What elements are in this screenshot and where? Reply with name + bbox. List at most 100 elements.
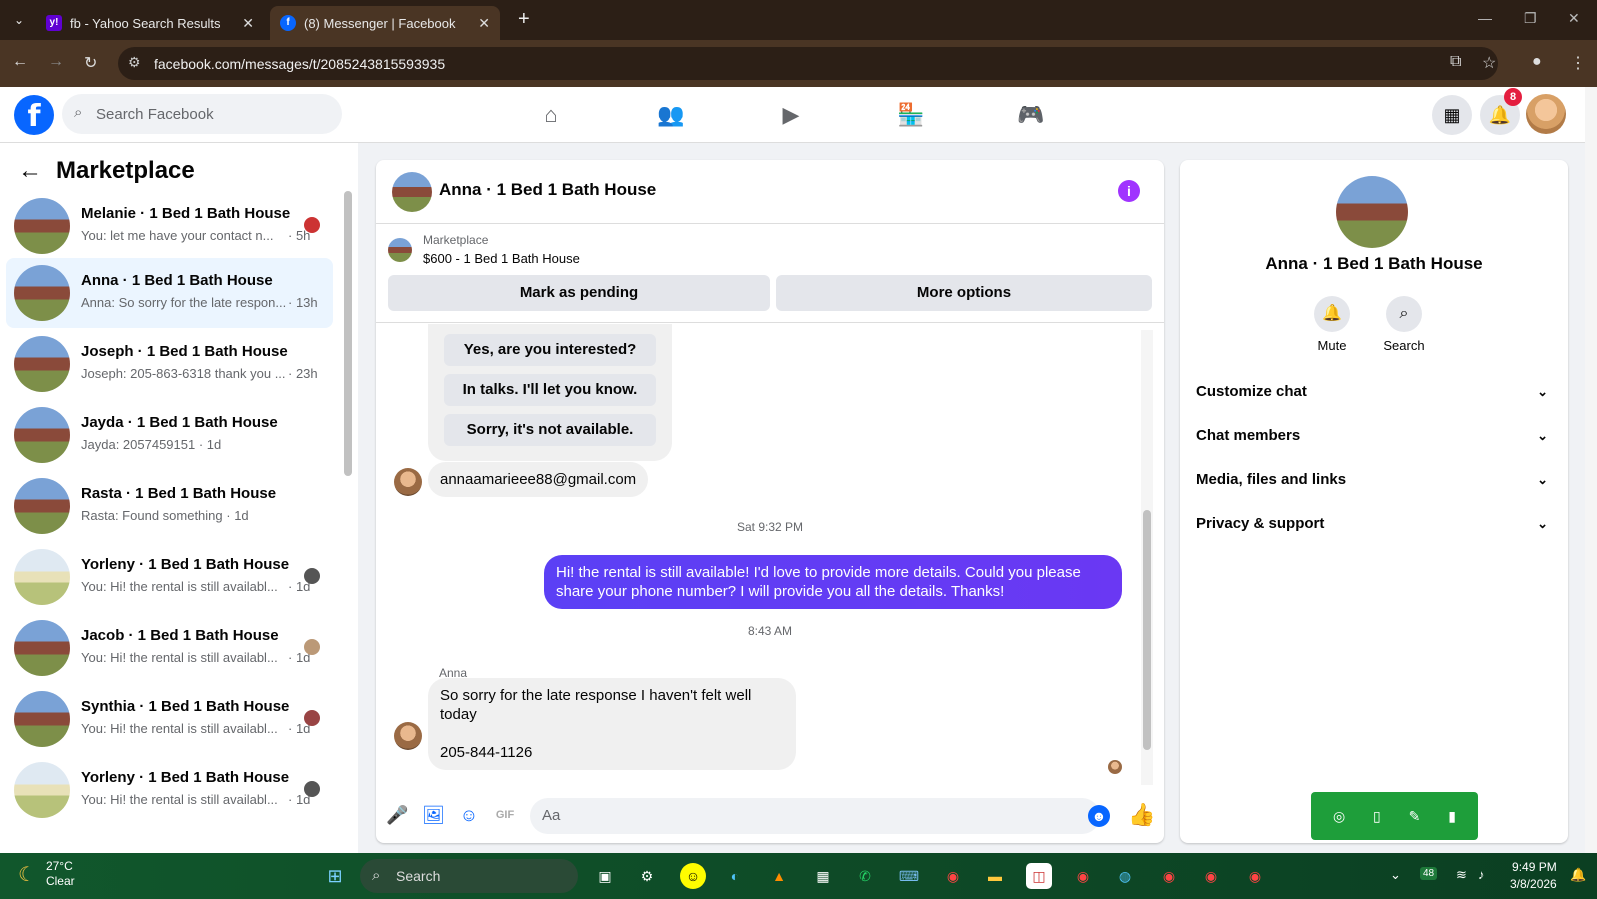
bookmark-star-icon[interactable]: ☆ bbox=[1482, 53, 1496, 73]
taskbar-clock[interactable]: 9:49 PM 3/8/2026 bbox=[1510, 859, 1557, 893]
message-input[interactable]: Aa bbox=[530, 798, 1100, 834]
volume-icon[interactable]: ♪ bbox=[1478, 867, 1485, 882]
like-thumb-icon[interactable]: 👍 bbox=[1128, 802, 1155, 828]
info-icon[interactable]: i bbox=[1118, 180, 1140, 202]
pen-icon[interactable]: ✎ bbox=[1409, 808, 1421, 825]
sidebar-scrollbar[interactable] bbox=[344, 191, 352, 476]
conversation-time: · 23h bbox=[288, 366, 318, 381]
more-options-button[interactable]: More options bbox=[776, 275, 1152, 311]
chrome-icon[interactable]: ◉ bbox=[1070, 863, 1096, 889]
edge-icon[interactable]: ◐ bbox=[722, 863, 748, 889]
chrome-icon[interactable]: ◉ bbox=[1198, 863, 1224, 889]
steam-icon[interactable]: ⚙ bbox=[634, 863, 660, 889]
network-app-icon[interactable]: ◍ bbox=[1112, 863, 1138, 889]
customize-chat-row[interactable]: Customize chat ⌄ bbox=[1196, 372, 1552, 412]
install-app-icon[interactable]: ⧉ bbox=[1450, 53, 1461, 71]
vlc-icon[interactable]: ▲ bbox=[766, 863, 792, 889]
tab-search-dropdown-icon[interactable]: ⌄ bbox=[8, 9, 30, 31]
conversation-item[interactable]: Rasta · 1 Bed 1 Bath House Rasta: Found … bbox=[6, 471, 333, 541]
window-close-icon[interactable]: ✕ bbox=[1568, 10, 1580, 27]
media-files-links-row[interactable]: Media, files and links ⌄ bbox=[1196, 460, 1552, 500]
site-info-icon[interactable]: ⚙ bbox=[128, 54, 141, 71]
taskbar-search[interactable]: ⌕ Search bbox=[360, 859, 578, 893]
scroll-thumb[interactable] bbox=[1143, 510, 1151, 750]
chrome-icon[interactable]: ◉ bbox=[1242, 863, 1268, 889]
close-icon[interactable]: ✕ bbox=[242, 15, 254, 32]
quick-reply-button[interactable]: Yes, are you interested? bbox=[444, 334, 656, 366]
page-scrollbar[interactable] bbox=[1585, 87, 1597, 853]
new-tab-icon[interactable]: + bbox=[518, 8, 530, 31]
close-icon[interactable]: ✕ bbox=[478, 15, 490, 32]
chat-members-row[interactable]: Chat members ⌄ bbox=[1196, 416, 1552, 456]
home-icon[interactable]: ⌂ bbox=[537, 101, 565, 129]
tray-overflow-chevron-icon[interactable]: ⌄ bbox=[1390, 867, 1401, 883]
conversation-preview: You: Hi! the rental is still availabl... bbox=[81, 721, 278, 736]
conversation-item-selected[interactable]: Anna · 1 Bed 1 Bath House Anna: So sorry… bbox=[6, 258, 333, 328]
whatsapp-icon[interactable]: ✆ bbox=[852, 863, 878, 889]
file-explorer-icon[interactable]: ▬ bbox=[982, 863, 1008, 889]
mark-as-pending-button[interactable]: Mark as pending bbox=[388, 275, 770, 311]
mute-button[interactable]: 🔔 Mute bbox=[1302, 296, 1362, 353]
sender-avatar[interactable] bbox=[394, 468, 422, 496]
capture-icon[interactable]: ◎ bbox=[1333, 808, 1345, 825]
back-arrow-icon[interactable]: ← bbox=[18, 157, 42, 185]
chrome-icon[interactable]: ◉ bbox=[940, 863, 966, 889]
tab-yahoo[interactable]: y! fb - Yahoo Search Results ✕ bbox=[36, 6, 264, 40]
store-icon[interactable]: ▦ bbox=[810, 863, 836, 889]
menu-kebab-icon[interactable]: ⋮ bbox=[1570, 53, 1586, 73]
profile-icon[interactable]: ● bbox=[1532, 53, 1542, 71]
sender-avatar[interactable] bbox=[394, 722, 422, 750]
tab-messenger[interactable]: f (8) Messenger | Facebook ✕ bbox=[270, 6, 500, 40]
video-icon[interactable]: ▶ bbox=[777, 101, 805, 129]
notification-bell-icon[interactable]: 🔔 bbox=[1570, 867, 1586, 883]
listing-thumbnail[interactable] bbox=[388, 238, 412, 262]
privacy-support-row[interactable]: Privacy & support ⌄ bbox=[1196, 504, 1552, 544]
conversation-item[interactable]: Yorleny · 1 Bed 1 Bath House You: Hi! th… bbox=[6, 542, 333, 612]
conversation-item[interactable]: Yorleny · 1 Bed 1 Bath House You: Hi! th… bbox=[6, 755, 333, 825]
app-icon[interactable]: ◫ bbox=[1026, 863, 1052, 889]
quick-reply-button[interactable]: In talks. I'll let you know. bbox=[444, 374, 656, 406]
friends-icon[interactable]: 👥 bbox=[657, 101, 685, 129]
gaming-icon[interactable]: 🎮 bbox=[1017, 101, 1045, 129]
tray-badge[interactable]: 48 bbox=[1420, 867, 1438, 880]
task-view-icon[interactable]: ▣ bbox=[592, 863, 618, 889]
search-input[interactable]: ⌕ Search Facebook bbox=[62, 94, 342, 134]
chrome-icon[interactable]: ◉ bbox=[1156, 863, 1182, 889]
chat-avatar[interactable] bbox=[392, 172, 432, 212]
microphone-icon[interactable]: 🎤 bbox=[386, 804, 408, 826]
maximize-icon[interactable]: ❐ bbox=[1524, 10, 1537, 27]
snapchat-icon[interactable]: ☺ bbox=[680, 863, 706, 889]
chat-profile-picture[interactable] bbox=[1336, 176, 1408, 248]
emoji-icon[interactable]: ☻ bbox=[1088, 805, 1110, 827]
address-bar[interactable]: ⚙ facebook.com/messages/t/20852438155939… bbox=[118, 47, 1498, 80]
search-in-chat-button[interactable]: ⌕ Search bbox=[1374, 296, 1434, 353]
chat-title[interactable]: Anna · 1 Bed 1 Bath House bbox=[439, 180, 656, 200]
wifi-icon[interactable]: ≋ bbox=[1456, 867, 1467, 883]
reload-icon[interactable]: ↻ bbox=[84, 53, 97, 73]
conversation-item[interactable]: Synthia · 1 Bed 1 Bath House You: Hi! th… bbox=[6, 684, 333, 754]
chart-icon[interactable]: ▮ bbox=[1448, 808, 1456, 825]
weather-widget[interactable]: ☾ 27°C Clear bbox=[18, 859, 75, 889]
clipboard-icon[interactable]: ▯ bbox=[1373, 808, 1381, 825]
windows-start-icon[interactable]: ⊞ bbox=[322, 863, 348, 889]
listing-thumbnail bbox=[14, 620, 70, 676]
photo-icon[interactable]: 🖼 bbox=[422, 804, 445, 826]
gif-icon[interactable]: GIF bbox=[494, 804, 516, 826]
menu-grid-icon[interactable]: ▦ bbox=[1432, 95, 1472, 135]
conversation-item[interactable]: Jayda · 1 Bed 1 Bath House Jayda: 205745… bbox=[6, 400, 333, 470]
account-avatar[interactable] bbox=[1526, 94, 1566, 134]
chat-scrollbar[interactable] bbox=[1141, 330, 1153, 785]
listing-title[interactable]: $600 - 1 Bed 1 Bath House bbox=[423, 251, 580, 266]
marketplace-icon[interactable]: 🏪 bbox=[897, 101, 925, 129]
keyboard-icon[interactable]: ⌨ bbox=[896, 863, 922, 889]
facebook-logo-icon[interactable]: f bbox=[14, 95, 54, 135]
minimize-icon[interactable]: — bbox=[1478, 10, 1492, 26]
conversation-item[interactable]: Joseph · 1 Bed 1 Bath House Joseph: 205-… bbox=[6, 329, 333, 399]
seen-avatar bbox=[304, 217, 320, 233]
conversation-item[interactable]: Melanie · 1 Bed 1 Bath House You: let me… bbox=[6, 191, 333, 261]
back-icon[interactable]: ← bbox=[12, 53, 28, 71]
forward-icon[interactable]: → bbox=[48, 53, 64, 71]
quick-reply-button[interactable]: Sorry, it's not available. bbox=[444, 414, 656, 446]
sticker-icon[interactable]: ☺ bbox=[458, 804, 480, 826]
conversation-item[interactable]: Jacob · 1 Bed 1 Bath House You: Hi! the … bbox=[6, 613, 333, 683]
